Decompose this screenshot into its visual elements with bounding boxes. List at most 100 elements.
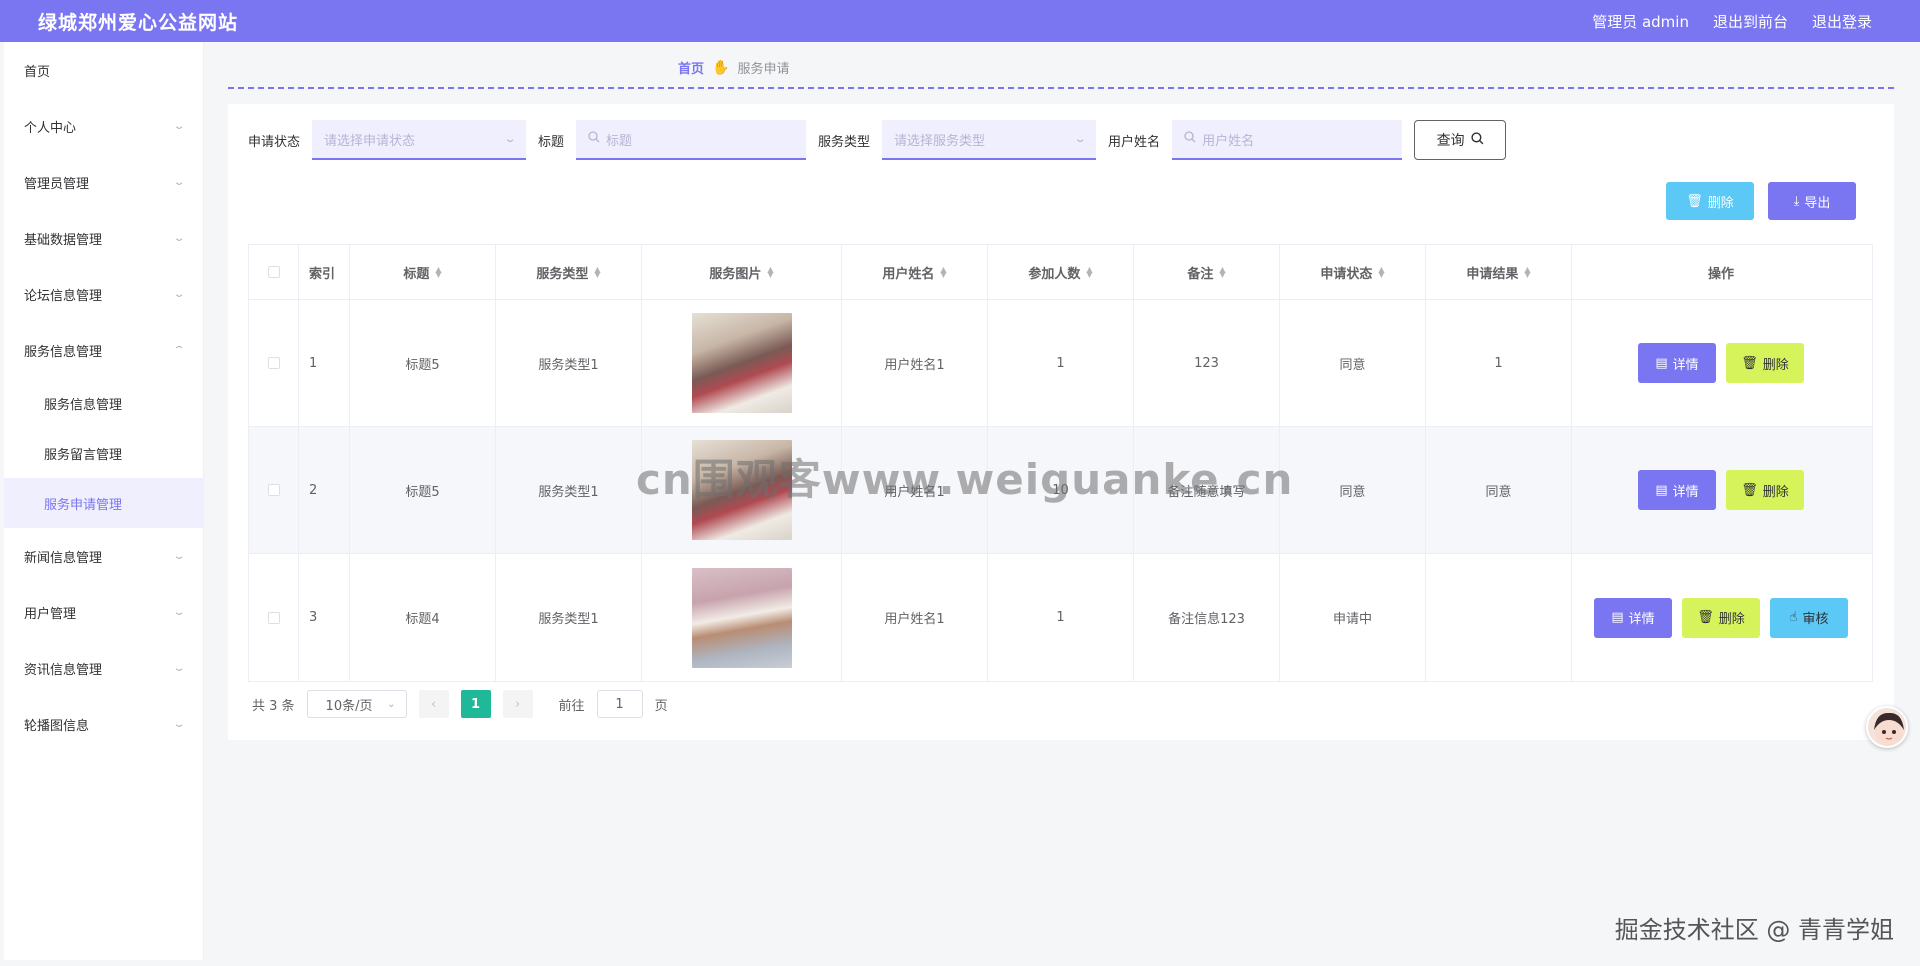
sidebar-item-label: 资讯信息管理 bbox=[24, 662, 103, 678]
sort-icon[interactable]: ▲ ▼ bbox=[1378, 266, 1384, 279]
logout-link[interactable]: 退出登录 bbox=[1812, 11, 1872, 32]
main-panel: 申请状态 请选择申请状态 ⌄ 标题 标题 服务类型 请选择服务类型 ⌄ 用户姓名… bbox=[228, 104, 1894, 740]
sidebar-item-home[interactable]: 首页 bbox=[4, 42, 203, 98]
sidebar-item-forum[interactable]: 论坛信息管理 ⌄ bbox=[4, 266, 203, 322]
row-checkbox[interactable] bbox=[267, 484, 280, 496]
status-select[interactable]: 请选择申请状态 ⌄ bbox=[312, 120, 527, 160]
column-header-count[interactable]: 参加人数 ▲ ▼ bbox=[988, 245, 1134, 299]
column-header-status[interactable]: 申请状态 ▲ ▼ bbox=[1280, 245, 1426, 299]
exit-to-front-link[interactable]: 退出到前台 bbox=[1713, 11, 1788, 32]
column-header-image[interactable]: 服务图片 ▲ ▼ bbox=[642, 245, 842, 299]
top-header: 绿城郑州爱心公益网站 管理员 admin 退出到前台 退出登录 bbox=[0, 0, 1920, 42]
sidebar-item-label: 论坛信息管理 bbox=[24, 288, 103, 304]
row-checkbox-cell bbox=[249, 300, 299, 426]
column-header-user[interactable]: 用户姓名 ▲ ▼ bbox=[842, 245, 988, 299]
sidebar-item-news[interactable]: 新闻信息管理 ⌄ bbox=[4, 528, 203, 584]
chevron-down-icon: ⌄ bbox=[172, 718, 186, 730]
sidebar-item-label: 管理员管理 bbox=[24, 176, 90, 192]
sort-icon[interactable]: ▲ ▼ bbox=[1086, 266, 1092, 279]
column-header-note[interactable]: 备注 ▲ ▼ bbox=[1134, 245, 1280, 299]
sidebar-item-admin-management[interactable]: 管理员管理 ⌄ bbox=[4, 154, 203, 210]
search-button[interactable]: 查询 bbox=[1414, 120, 1507, 160]
sort-icon[interactable]: ▲ ▼ bbox=[940, 266, 946, 279]
sort-icon[interactable]: ▲ ▼ bbox=[594, 266, 600, 279]
breadcrumb-home[interactable]: 首页 bbox=[678, 58, 704, 77]
total-count: 共 3 条 bbox=[252, 698, 295, 714]
column-header-label: 操作 bbox=[1707, 266, 1734, 282]
breadcrumb-current: 服务申请 bbox=[737, 62, 790, 77]
delete-button[interactable]: 🗑 删除 bbox=[1726, 470, 1804, 510]
sort-icon[interactable]: ▲ ▼ bbox=[1219, 266, 1225, 279]
select-all-checkbox[interactable] bbox=[267, 266, 280, 278]
next-page-button[interactable]: › bbox=[502, 690, 533, 718]
chevron-down-icon: ⌄ bbox=[172, 232, 186, 244]
sort-icon[interactable]: ▲ ▼ bbox=[1524, 266, 1530, 279]
assistant-avatar[interactable] bbox=[1866, 706, 1908, 748]
search-icon bbox=[588, 131, 600, 147]
column-header-title[interactable]: 标题 ▲ ▼ bbox=[350, 245, 496, 299]
note-cell: 123 bbox=[1134, 300, 1280, 426]
user-cell: 用户姓名1 bbox=[842, 427, 988, 553]
page-size-select[interactable]: 10条/页 ⌄ bbox=[306, 690, 407, 718]
title-input-placeholder: 标题 bbox=[606, 133, 633, 149]
sidebar-item-basic-data[interactable]: 基础数据管理 ⌄ bbox=[4, 210, 203, 266]
export-button[interactable]: ⤓ 导出 bbox=[1768, 182, 1856, 220]
pagination: 共 3 条 10条/页 ⌄ ‹ 1 › 前往 1 页 bbox=[252, 690, 668, 718]
sidebar-item-carousel[interactable]: 轮播图信息 ⌄ bbox=[4, 696, 203, 752]
goto-label: 前往 bbox=[558, 698, 585, 714]
column-header-operations: 操作 bbox=[1572, 245, 1870, 299]
delete-button[interactable]: 🗑 删除 bbox=[1726, 343, 1804, 383]
sidebar-subitem-service-message[interactable]: 服务留言管理 bbox=[4, 428, 203, 478]
document-icon: ▤ bbox=[1611, 610, 1624, 625]
sidebar-item-label: 首页 bbox=[24, 64, 51, 80]
title-cell: 标题5 bbox=[350, 427, 496, 553]
sidebar-item-service-info[interactable]: 服务信息管理 ⌃ bbox=[4, 322, 203, 378]
type-cell: 服务类型1 bbox=[496, 554, 642, 681]
count-cell: 10 bbox=[988, 427, 1134, 553]
detail-button[interactable]: ▤ 详情 bbox=[1594, 597, 1672, 638]
bulk-delete-button[interactable]: 🗑 删除 bbox=[1666, 182, 1754, 220]
detail-button[interactable]: ▤ 详情 bbox=[1638, 343, 1716, 383]
export-label: 导出 bbox=[1804, 195, 1831, 211]
sidebar-subitem-service-info[interactable]: 服务信息管理 bbox=[4, 378, 203, 428]
row-checkbox[interactable] bbox=[267, 357, 280, 369]
type-select[interactable]: 请选择服务类型 ⌄ bbox=[882, 120, 1097, 160]
detail-button[interactable]: ▤ 详情 bbox=[1638, 470, 1716, 510]
column-header-type[interactable]: 服务类型 ▲ ▼ bbox=[496, 245, 642, 299]
sort-icon[interactable]: ▲ ▼ bbox=[767, 266, 773, 279]
image-cell bbox=[642, 300, 842, 426]
row-checkbox[interactable] bbox=[267, 611, 280, 624]
operations-cell: ▤ 详情 🗑 删除 ☝ 审核 bbox=[1572, 554, 1870, 681]
service-image[interactable] bbox=[691, 313, 792, 413]
sidebar-item-users[interactable]: 用户管理 ⌄ bbox=[4, 584, 203, 640]
chevron-down-icon: ⌄ bbox=[172, 662, 186, 674]
goto-page-input[interactable]: 1 bbox=[596, 690, 643, 718]
detail-label: 详情 bbox=[1672, 484, 1699, 500]
index-cell: 3 bbox=[299, 554, 350, 681]
sidebar-item-label: 新闻信息管理 bbox=[24, 550, 103, 566]
filter-bar: 申请状态 请选择申请状态 ⌄ 标题 标题 服务类型 请选择服务类型 ⌄ 用户姓名… bbox=[248, 120, 1507, 160]
user-filter-label: 用户姓名 bbox=[1108, 134, 1161, 150]
page-number-current[interactable]: 1 bbox=[460, 690, 491, 718]
chevron-down-icon: ⌄ bbox=[387, 698, 396, 710]
sort-icon[interactable]: ▲ ▼ bbox=[435, 266, 441, 279]
operations-cell: ▤ 详情 🗑 删除 bbox=[1572, 300, 1870, 426]
prev-page-button[interactable]: ‹ bbox=[418, 690, 449, 718]
search-icon bbox=[1470, 131, 1484, 149]
sidebar-subitem-service-application[interactable]: 服务申请管理 bbox=[4, 478, 203, 528]
divider bbox=[228, 87, 1894, 89]
column-header-label: 参加人数 bbox=[1028, 266, 1081, 282]
chevron-down-icon: ⌄ bbox=[172, 606, 186, 618]
column-header-result[interactable]: 申请结果 ▲ ▼ bbox=[1426, 245, 1572, 299]
sidebar-item-information[interactable]: 资讯信息管理 ⌄ bbox=[4, 640, 203, 696]
sidebar-item-personal-center[interactable]: 个人中心 ⌄ bbox=[4, 98, 203, 154]
title-input[interactable]: 标题 bbox=[576, 120, 807, 160]
audit-button[interactable]: ☝ 审核 bbox=[1770, 597, 1848, 638]
application-table: 索引 标题 ▲ ▼ 服务类型 ▲ ▼ 服务图片 ▲ ▼ 用户姓名 ▲ ▼ 参加人数 ▲ ▼ 备注 ▲ ▼… bbox=[248, 244, 1873, 682]
delete-button[interactable]: 🗑 删除 bbox=[1682, 597, 1760, 638]
user-name-input[interactable]: 用户姓名 bbox=[1172, 120, 1403, 160]
type-cell: 服务类型1 bbox=[496, 300, 642, 426]
service-image[interactable] bbox=[691, 440, 792, 540]
trash-icon: 🗑 bbox=[1686, 193, 1703, 209]
service-image[interactable] bbox=[691, 567, 792, 668]
